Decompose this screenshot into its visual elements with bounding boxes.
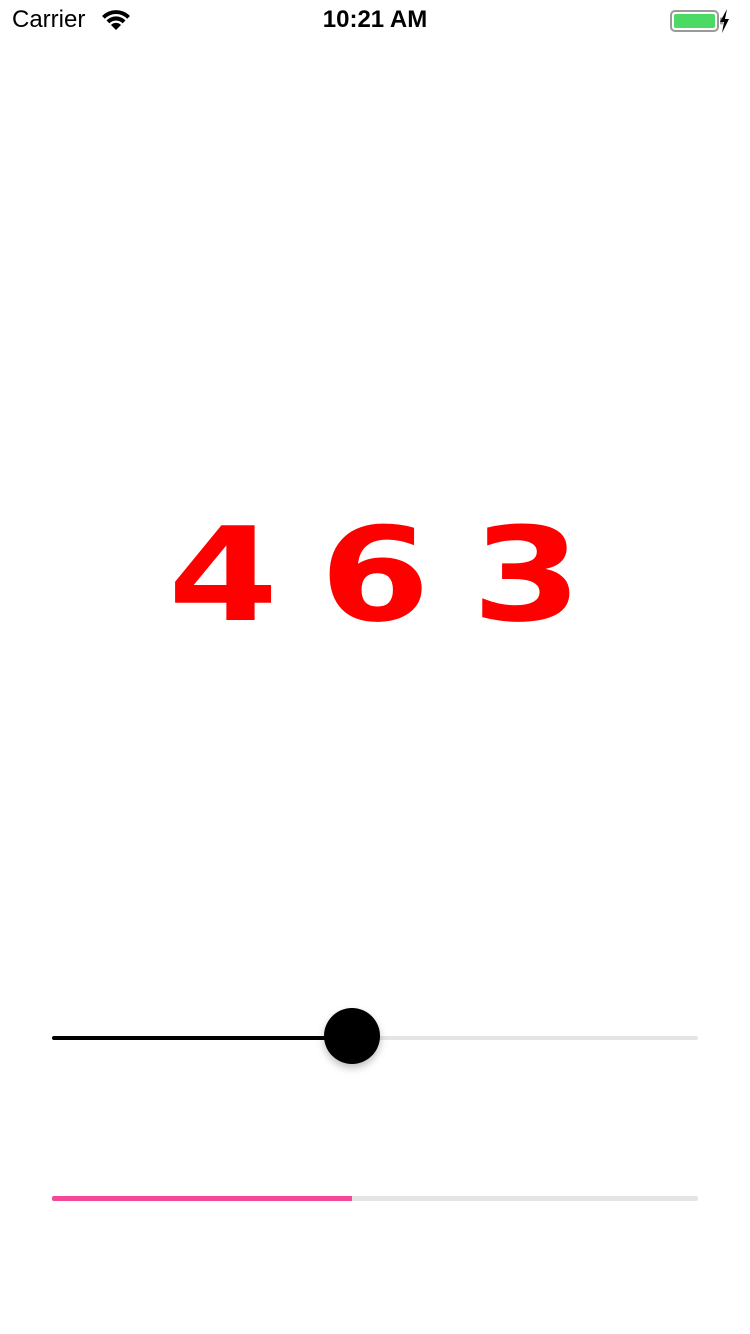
slider-fill bbox=[52, 1036, 353, 1040]
slider-thumb[interactable] bbox=[324, 1008, 381, 1064]
value-slider[interactable] bbox=[52, 1008, 698, 1068]
clock-time: 10:21 AM bbox=[322, 6, 428, 33]
progress-bar bbox=[52, 1196, 698, 1201]
battery-charging-icon bbox=[670, 9, 729, 33]
status-bar: Carrier 10:21 AM bbox=[0, 0, 750, 40]
counter-value: 463 bbox=[167, 499, 624, 651]
progress-fill bbox=[52, 1196, 353, 1201]
